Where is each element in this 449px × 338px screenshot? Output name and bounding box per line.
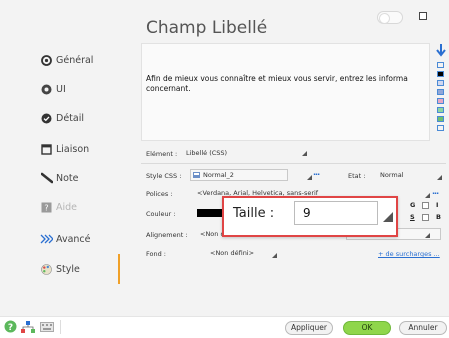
sidebar-item-general[interactable]: Général bbox=[0, 49, 122, 71]
top-checkbox[interactable] bbox=[419, 12, 427, 20]
pencil-icon bbox=[40, 172, 53, 185]
check-circle-icon bbox=[40, 112, 53, 125]
network-icon[interactable] bbox=[21, 321, 35, 333]
couleur-label: Couleur : bbox=[146, 210, 176, 218]
selected-indicator bbox=[118, 254, 120, 284]
taille-input[interactable]: 9 bbox=[294, 201, 378, 225]
sidebar-item-label: Général bbox=[56, 54, 94, 66]
palette-icon bbox=[40, 263, 53, 276]
secondary-dropdown-icon[interactable] bbox=[425, 233, 430, 238]
svg-text:?: ? bbox=[8, 323, 13, 333]
ok-button[interactable]: OK bbox=[343, 321, 391, 335]
help-icon: ? bbox=[40, 201, 53, 214]
alignement-label: Alignement : bbox=[146, 231, 188, 239]
sidebar-item-liaison[interactable]: Liaison bbox=[0, 138, 122, 160]
style-icon bbox=[193, 172, 200, 178]
sidebar-item-ui[interactable]: UI bbox=[0, 78, 122, 100]
sidebar-item-note[interactable]: Note bbox=[0, 167, 122, 189]
fond-dropdown-icon[interactable] bbox=[272, 253, 277, 258]
strike-label: B bbox=[436, 213, 441, 221]
toggle-switch[interactable] bbox=[377, 11, 403, 24]
swatch-5[interactable] bbox=[437, 98, 444, 104]
cancel-button[interactable]: Annuler bbox=[399, 321, 447, 335]
arrow-down-icon[interactable] bbox=[436, 44, 446, 58]
page-title: Champ Libellé bbox=[146, 18, 268, 38]
sidebar-item-label: Détail bbox=[56, 112, 84, 124]
preview-text: Afin de mieux vous connaître et mieux vo… bbox=[146, 74, 408, 93]
style-css-dropdown-icon[interactable] bbox=[307, 175, 312, 180]
polices-more-button[interactable]: ... bbox=[432, 187, 439, 196]
style-css-more-button[interactable]: ... bbox=[313, 168, 320, 177]
sidebar-item-detail[interactable]: Détail bbox=[0, 107, 122, 129]
swatch-8[interactable] bbox=[437, 125, 444, 131]
sidebar-item-label: Note bbox=[56, 172, 79, 184]
color-swatch[interactable] bbox=[197, 209, 225, 217]
sidebar-item-label: Aide bbox=[56, 201, 78, 213]
chevrons-right-icon bbox=[40, 233, 53, 246]
polices-label: Polices : bbox=[146, 190, 173, 198]
surcharges-link[interactable]: + de surcharges ... bbox=[378, 250, 440, 258]
element-combo[interactable]: Libellé (CSS) bbox=[182, 147, 308, 159]
eye-icon bbox=[40, 83, 53, 96]
etat-combo[interactable]: Normal bbox=[376, 169, 446, 181]
swatch-3[interactable] bbox=[437, 80, 444, 86]
swatch-2[interactable] bbox=[437, 71, 444, 77]
polices-dropdown-icon[interactable] bbox=[425, 193, 430, 198]
alignement-combo[interactable]: <Non d bbox=[196, 228, 224, 240]
swatch-4[interactable] bbox=[437, 89, 444, 95]
sidebar-item-label: Avancé bbox=[56, 233, 91, 245]
divider bbox=[141, 163, 446, 164]
style-css-label: Style CSS : bbox=[146, 172, 182, 180]
swatch-6[interactable] bbox=[437, 107, 444, 113]
element-label: Elément : bbox=[146, 150, 178, 158]
swatch-1[interactable] bbox=[437, 62, 444, 68]
bold-label: G bbox=[410, 201, 416, 209]
svg-text:?: ? bbox=[44, 203, 48, 212]
keyboard-icon[interactable] bbox=[40, 322, 54, 332]
fond-label: Fond : bbox=[146, 250, 166, 258]
style-css-combo[interactable]: Normal_2 bbox=[190, 169, 288, 181]
italic-label: I bbox=[436, 201, 439, 209]
sidebar-item-label: UI bbox=[56, 83, 66, 95]
footer-divider bbox=[60, 320, 61, 334]
circle-dot-icon bbox=[40, 54, 53, 67]
style-css-value: Normal_2 bbox=[203, 171, 234, 179]
etat-label: Etat : bbox=[348, 172, 366, 180]
taille-dropdown-icon[interactable] bbox=[383, 212, 393, 222]
element-dropdown-icon[interactable] bbox=[302, 151, 307, 156]
help-icon[interactable]: ? bbox=[4, 320, 17, 333]
swatch-7[interactable] bbox=[437, 116, 444, 122]
sidebar: Général UI Détail Liaison Note ? Aide Av… bbox=[0, 0, 122, 316]
taille-label: Taille : bbox=[233, 206, 275, 221]
bold-checkbox[interactable] bbox=[422, 202, 429, 209]
sidebar-item-aide[interactable]: ? Aide bbox=[0, 196, 122, 218]
sidebar-item-style[interactable]: Style bbox=[0, 258, 122, 280]
sidebar-item-avance[interactable]: Avancé bbox=[0, 228, 122, 250]
etat-dropdown-icon[interactable] bbox=[437, 175, 442, 180]
apply-button[interactable]: Appliquer bbox=[285, 321, 333, 335]
window-icon bbox=[40, 143, 53, 156]
sidebar-item-label: Style bbox=[56, 263, 80, 275]
underline-label: S bbox=[410, 213, 415, 221]
sidebar-item-label: Liaison bbox=[56, 143, 90, 155]
underline-checkbox[interactable] bbox=[422, 214, 429, 221]
